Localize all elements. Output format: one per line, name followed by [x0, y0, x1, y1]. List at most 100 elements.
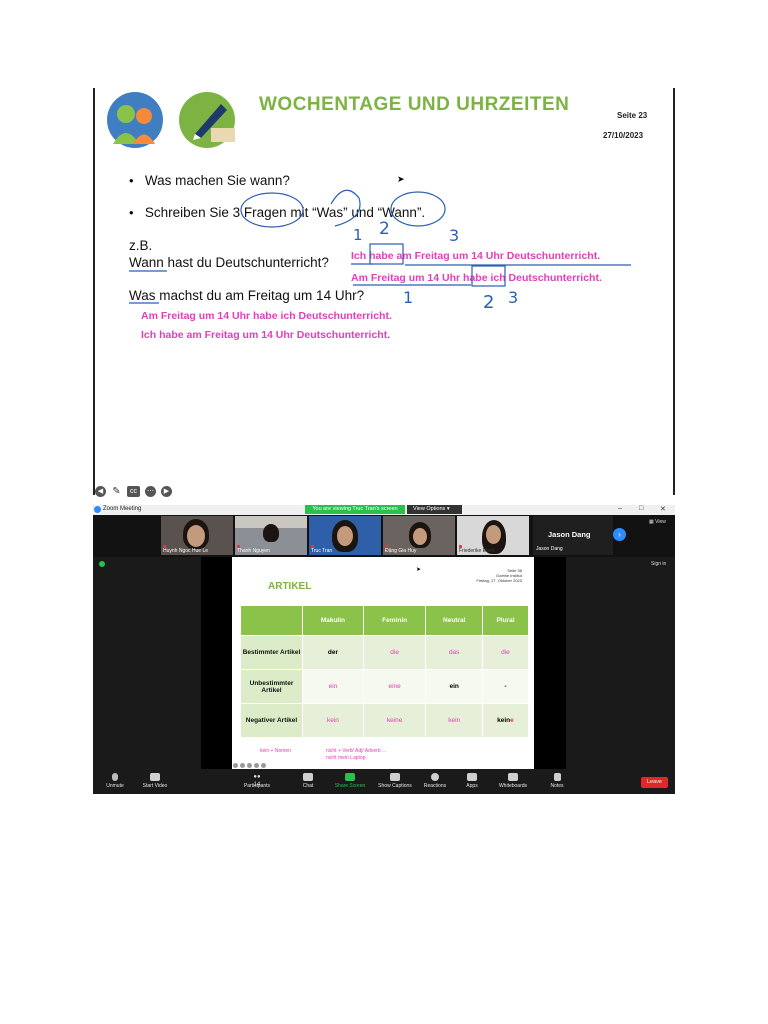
table-header — [240, 605, 303, 636]
row-label: Negativer Artikel — [240, 703, 303, 738]
table-header-row: Makulin Feminin Neutral Plural — [240, 605, 530, 636]
sign-in-link[interactable]: Sign in — [651, 561, 666, 567]
participant-name: Thanh Nguyen — [237, 548, 270, 554]
unmute-label: Unmute — [106, 783, 124, 789]
hand-number-6: 3 — [508, 288, 519, 307]
next-page-button[interactable]: › — [613, 528, 626, 541]
hand-number-1: 1 — [353, 226, 363, 244]
note-kein: kein + Nomen — [260, 748, 291, 754]
table-cell: die — [362, 635, 427, 670]
participant-name: Friederike Ebert — [459, 548, 495, 554]
participant-tile[interactable]: Thanh Nguyen — [235, 516, 307, 555]
table-cell: kein — [425, 703, 483, 738]
zoom-logo-icon — [94, 506, 101, 513]
captions-icon — [390, 773, 400, 781]
zoom-window: Zoom Meeting You are viewing Truc Tran's… — [93, 505, 675, 794]
hand-number-5: 2 — [483, 292, 495, 313]
mouse-cursor-icon: ➤ — [416, 567, 422, 573]
minimize-button[interactable]: – — [618, 505, 622, 512]
box-habe-1 — [369, 243, 404, 265]
arrow-left-icon[interactable]: ◀ — [95, 485, 106, 497]
apps-icon — [467, 773, 477, 781]
arrow-right-icon[interactable] — [261, 763, 266, 768]
notes-label: Notes — [550, 783, 564, 789]
share-screen-button[interactable]: Share Screen — [328, 773, 372, 789]
chat-button[interactable]: Chat — [286, 773, 330, 789]
note-nicht: nicht + Verb/ Adj/ Adverb ... nicht mein… — [326, 748, 386, 762]
hand-number-4: 1 — [403, 288, 414, 307]
table-cell: - — [481, 669, 530, 704]
participants-button[interactable]: ●● 14 Participants — [235, 773, 279, 789]
chat-icon — [303, 773, 313, 781]
participants-icon: ●● 14 — [253, 774, 261, 788]
participant-name: Huynh Ngoc Hue Le — [163, 548, 209, 554]
window-title: Zoom Meeting — [103, 506, 142, 512]
mic-off-icon — [112, 773, 118, 781]
active-speaker-name: Jason Dang — [548, 530, 591, 539]
table-header: Makulin — [302, 605, 364, 636]
table-cell: keine — [481, 703, 530, 738]
whiteboards-button[interactable]: Whiteboards — [491, 773, 535, 789]
notes-icon — [553, 773, 561, 781]
view-button[interactable]: ▦ View — [649, 519, 666, 525]
table-row: Negativer Artikel kein keine kein keine — [240, 703, 530, 738]
table-cell: eine — [362, 669, 427, 704]
leave-button[interactable]: Leave — [641, 777, 668, 788]
more-icon[interactable] — [254, 763, 259, 768]
participant-tile[interactable]: Đặng Gia Huy — [383, 516, 455, 555]
maximize-button[interactable]: □ — [639, 505, 643, 512]
security-shield-icon — [99, 561, 105, 567]
active-speaker-label: Jason Dang — [536, 546, 563, 552]
slide2-date: Freitag, 27. Oktober 2023 — [476, 578, 522, 583]
participant-tile[interactable]: Truc Tran — [309, 516, 381, 555]
arrow-right-icon[interactable]: ▶ — [161, 485, 172, 497]
table-cell: ein — [302, 669, 364, 704]
whiteboard-icon — [508, 773, 518, 781]
note-nicht-line-2: nicht mein Laptop — [326, 755, 366, 761]
view-options-label: View Options — [413, 506, 446, 512]
screen-share-banner: You are viewing Truc Tran's screen — [305, 505, 405, 514]
slide-toolbar: ◀ ✎ cc ⋯ ▶ — [95, 484, 172, 498]
start-video-label: Start Video — [142, 783, 168, 789]
pen-icon[interactable] — [240, 763, 245, 768]
note-nicht-line-1: nicht + Verb/ Adj/ Adverb ... — [326, 748, 387, 754]
view-options-button[interactable]: View Options ▾ — [407, 505, 462, 514]
start-video-button[interactable]: Start Video — [133, 773, 177, 789]
shared-slide: ARTIKEL Seite 36 Goethe Institut Freitag… — [232, 557, 534, 769]
table-cell: ein — [425, 669, 483, 704]
hand-number-3: 3 — [449, 226, 460, 245]
participant-name: Đặng Gia Huy — [385, 548, 417, 554]
unmute-button[interactable]: Unmute — [93, 773, 137, 789]
handwriting-annotations — [129, 189, 631, 304]
slide2-meta: Seite 36 Goethe Institut Freitag, 27. Ok… — [467, 568, 522, 583]
table-row: Bestimmter Artikel der die das die — [240, 635, 530, 670]
participant-tile[interactable]: Friederike Ebert — [457, 516, 529, 555]
ending-highlight: e — [510, 717, 514, 724]
table-cell: kein — [302, 703, 364, 738]
participant-tile[interactable]: Huynh Ngoc Hue Le — [161, 516, 233, 555]
table-cell: keine — [362, 703, 427, 738]
row-label: Unbestimmter Artikel — [240, 669, 303, 704]
circle-3-fragen — [240, 192, 304, 228]
slide2-title: ARTIKEL — [268, 581, 312, 592]
pen-icon[interactable]: ✎ — [111, 486, 122, 497]
table-header: Neutral — [425, 605, 483, 636]
close-button[interactable]: ✕ — [660, 505, 666, 513]
cc-icon[interactable] — [247, 763, 252, 768]
mouse-cursor-icon: ➤ — [397, 174, 405, 184]
table-cell: das — [425, 635, 483, 670]
notes-button[interactable]: Notes — [535, 773, 579, 789]
apps-label: Apps — [466, 783, 478, 789]
apps-button[interactable]: Apps — [450, 773, 494, 789]
arrow-left-icon[interactable] — [233, 763, 238, 768]
table-header: Feminin — [362, 605, 427, 636]
circle-was — [330, 189, 361, 227]
share-screen-icon — [345, 773, 355, 781]
table-header: Plural — [481, 605, 530, 636]
show-captions-button[interactable]: Show Captions — [373, 773, 417, 789]
table-row: Unbestimmter Artikel ein eine ein - — [240, 669, 530, 704]
hand-number-2: 2 — [379, 219, 390, 239]
cc-icon[interactable]: cc — [127, 485, 140, 497]
article-table: Makulin Feminin Neutral Plural Bestimmte… — [240, 605, 530, 738]
more-icon[interactable]: ⋯ — [145, 485, 156, 497]
